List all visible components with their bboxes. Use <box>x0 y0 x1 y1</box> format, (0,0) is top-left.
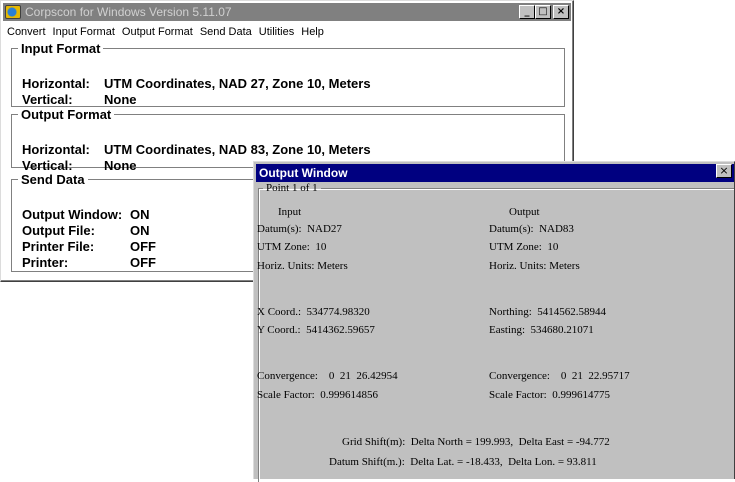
menu-output-format[interactable]: Output Format <box>122 26 193 38</box>
input-format-group: Input Format Horizontal: UTM Coordinates… <box>11 41 565 107</box>
menu-help[interactable]: Help <box>301 26 324 38</box>
output-horizontal-label: Horizontal: <box>22 142 90 157</box>
output-northing: Northing: 5414562.58944 <box>489 306 607 318</box>
output-convergence: Convergence: 0 21 22.95717 <box>489 370 630 382</box>
output-datum: Datum(s): NAD83 <box>489 223 574 235</box>
minimize-button[interactable]: _ <box>519 5 535 19</box>
output-column-header: Output <box>509 206 540 218</box>
send-data-value: OFF <box>130 255 156 270</box>
menu-convert[interactable]: Convert <box>7 26 46 38</box>
output-easting: Easting: 534680.21071 <box>489 324 594 336</box>
input-y-coord: Y Coord.: 5414362.59657 <box>257 324 375 336</box>
input-vertical-label: Vertical: <box>22 92 73 107</box>
output-vertical-row: Vertical: None <box>22 158 137 173</box>
output-vertical-value: None <box>104 158 137 173</box>
send-data-value: ON <box>130 223 150 238</box>
send-data-row: Printer File: OFF <box>22 239 156 254</box>
send-data-label: Output Window: <box>22 207 123 222</box>
send-data-label: Printer: <box>22 255 69 270</box>
input-vertical-value: None <box>104 92 137 107</box>
input-scale-factor: Scale Factor: 0.999614856 <box>257 389 378 401</box>
output-format-group: Output Format Horizontal: UTM Coordinate… <box>11 107 565 173</box>
input-horizontal-value: UTM Coordinates, NAD 27, Zone 10, Meters <box>104 76 371 91</box>
input-x-coord: X Coord.: 534774.98320 <box>257 306 370 318</box>
send-data-row: Output File: ON <box>22 223 150 238</box>
menu-utilities[interactable]: Utilities <box>259 26 294 38</box>
menu-input-format[interactable]: Input Format <box>53 26 115 38</box>
send-data-label: Printer File: <box>22 239 95 254</box>
send-data-label: Output File: <box>22 223 95 238</box>
main-title-bar[interactable]: Corpscon for Windows Version 5.11.07 _ □… <box>3 3 571 21</box>
output-window-title-bar[interactable]: Output Window <box>256 164 734 182</box>
output-window-title: Output Window <box>259 166 348 180</box>
maximize-button[interactable]: □ <box>535 5 551 19</box>
output-window: Output Window × Point 1 of 1 Input Datum… <box>253 161 735 482</box>
output-horizontal-value: UTM Coordinates, NAD 83, Zone 10, Meters <box>104 142 371 157</box>
datum-shift-text: Datum Shift(m.): Delta Lat. = -18.433, D… <box>329 456 597 468</box>
close-button[interactable]: × <box>553 5 569 19</box>
input-column-header: Input <box>278 206 302 218</box>
menu-send-data[interactable]: Send Data <box>200 26 252 38</box>
send-data-legend: Send Data <box>21 172 85 187</box>
send-data-row: Output Window: ON <box>22 207 150 222</box>
send-data-row: Printer: OFF <box>22 255 156 270</box>
input-datum: Datum(s): NAD27 <box>257 223 342 235</box>
input-horizontal-label: Horizontal: <box>22 76 90 91</box>
send-data-value: OFF <box>130 239 156 254</box>
output-window-close-button[interactable]: × <box>716 164 732 178</box>
input-format-legend: Input Format <box>21 41 101 56</box>
input-horizontal-row: Horizontal: UTM Coordinates, NAD 27, Zon… <box>22 76 371 91</box>
input-horiz-units: Horiz. Units: Meters <box>257 260 348 272</box>
corpscon-app-icon[interactable] <box>5 5 21 19</box>
output-horizontal-row: Horizontal: UTM Coordinates, NAD 83, Zon… <box>22 142 371 157</box>
send-data-value: ON <box>130 207 150 222</box>
output-format-legend: Output Format <box>21 107 112 122</box>
output-horiz-units: Horiz. Units: Meters <box>489 260 580 272</box>
output-scale-factor: Scale Factor: 0.999614775 <box>489 389 610 401</box>
output-utm-zone: UTM Zone: 10 <box>489 241 559 253</box>
grid-shift-text: Grid Shift(m): Delta North = 199.993, De… <box>342 436 610 448</box>
point-legend: Point 1 of 1 <box>266 182 318 194</box>
input-utm-zone: UTM Zone: 10 <box>257 241 327 253</box>
output-vertical-label: Vertical: <box>22 158 73 173</box>
menu-bar: Convert Input Format Output Format Send … <box>3 22 571 41</box>
input-convergence: Convergence: 0 21 26.42954 <box>257 370 398 382</box>
input-vertical-row: Vertical: None <box>22 92 137 107</box>
main-window-title: Corpscon for Windows Version 5.11.07 <box>25 5 232 19</box>
